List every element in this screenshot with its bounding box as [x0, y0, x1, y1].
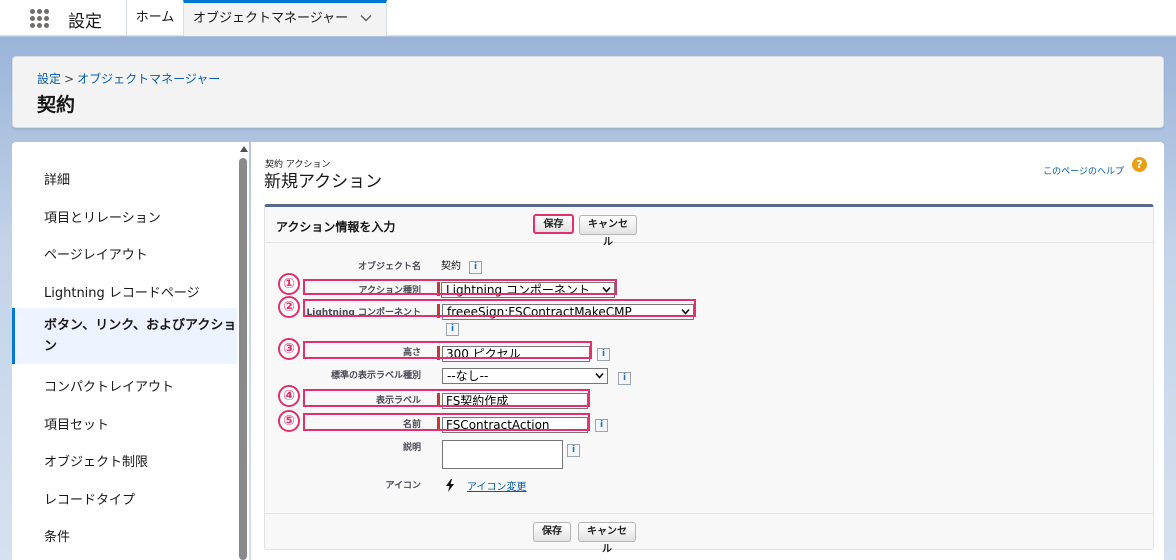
nav-item-home[interactable]: ホーム — [128, 0, 182, 36]
sidebar: 詳細 項目とリレーション ページレイアウト Lightning レコードページ … — [12, 142, 237, 560]
annotation-number-2: ② — [278, 296, 300, 318]
annotation-box-2 — [303, 299, 696, 317]
breadcrumb-setup-link[interactable]: 設定 — [37, 72, 61, 86]
lightning-bolt-icon — [446, 479, 454, 492]
annotation-number-4: ④ — [278, 385, 300, 407]
cancel-button[interactable]: キャンセル — [579, 215, 637, 248]
info-icon[interactable]: i — [469, 261, 482, 274]
info-icon[interactable]: i — [446, 323, 459, 336]
annotation-number-1: ① — [278, 273, 300, 295]
sidebar-item-compact-layouts[interactable]: コンパクトレイアウト — [12, 376, 237, 395]
footer-divider — [265, 513, 1153, 514]
help-link[interactable]: このページのヘルプ — [1043, 164, 1124, 177]
app-launcher-icon[interactable] — [30, 9, 49, 28]
nav-tab-object-manager[interactable]: オブジェクトマネージャー — [183, 0, 387, 36]
object-name-label: オブジェクト名 — [357, 262, 421, 272]
icon-label: アイコン — [385, 481, 421, 491]
cancel-button-bottom[interactable]: キャンセル — [578, 522, 636, 555]
nav-tab-label: オブジェクトマネージャー — [193, 11, 349, 26]
object-header: 設定 > オブジェクトマネージャー 契約 — [12, 56, 1164, 128]
sidebar-item-fields[interactable]: 項目とリレーション — [12, 207, 237, 226]
page-heading: 新規アクション — [264, 172, 383, 192]
change-icon-link[interactable]: アイコン変更 — [467, 478, 527, 493]
sidebar-item-buttons-links-actions[interactable]: ボタン、リンク、およびアクション — [12, 308, 237, 364]
chevron-down-icon[interactable] — [360, 12, 372, 24]
sidebar-item-field-sets[interactable]: 項目セット — [12, 414, 237, 433]
sidebar-item-conditions[interactable]: 条件 — [12, 526, 237, 545]
object-name-value: 契約 — [441, 261, 461, 272]
nav-divider — [126, 0, 127, 36]
info-icon[interactable]: i — [597, 348, 610, 361]
save-button[interactable]: 保存 — [533, 214, 574, 234]
breadcrumb-separator: > — [64, 72, 75, 86]
annotation-box-1 — [303, 279, 617, 295]
global-header: 設定 ホーム オブジェクトマネージャー — [0, 0, 1176, 36]
sidebar-item-record-types[interactable]: レコードタイプ — [12, 489, 237, 508]
page-title: 契約 — [37, 94, 76, 116]
sidebar-item-details[interactable]: 詳細 — [12, 169, 237, 188]
sidebar-item-lightning-pages[interactable]: Lightning レコードページ — [12, 282, 237, 301]
standard-label-type-value: --なし-- — [447, 369, 489, 383]
annotation-number-3: ③ — [278, 338, 300, 360]
standard-label-type-label: 標準の表示ラベル種別 — [330, 371, 421, 381]
scroll-up-arrow-icon[interactable] — [240, 146, 248, 152]
scrollbar-thumb[interactable] — [239, 158, 247, 560]
form-header: アクション情報を入力 保存 キャンセル — [265, 207, 1153, 248]
chevron-down-icon — [595, 372, 604, 379]
sidebar-item-object-limits[interactable]: オブジェクト制限 — [12, 451, 237, 470]
description-label: 説明 — [402, 443, 421, 453]
annotation-box-5 — [303, 413, 590, 431]
annotation-box-4 — [303, 389, 590, 407]
info-icon[interactable]: i — [567, 444, 580, 457]
action-form-block: アクション情報を入力 保存 キャンセル オブジェクト名 契約 i アクション種別… — [264, 204, 1154, 555]
standard-label-type-select[interactable]: --なし-- — [442, 368, 608, 384]
app-name: 設定 — [68, 12, 102, 32]
breadcrumb: 設定 > オブジェクトマネージャー — [37, 70, 220, 87]
annotation-number-5: ⑤ — [278, 410, 300, 432]
save-button-bottom[interactable]: 保存 — [533, 522, 571, 542]
annotation-box-3 — [303, 341, 592, 359]
section-title: アクション情報を入力 — [276, 220, 396, 234]
info-icon[interactable]: i — [595, 419, 608, 432]
help-icon[interactable]: ? — [1132, 157, 1147, 172]
sidebar-item-page-layouts[interactable]: ページレイアウト — [12, 244, 237, 263]
info-icon[interactable]: i — [618, 372, 631, 385]
description-textarea[interactable] — [442, 440, 563, 469]
breadcrumb-object-manager-link[interactable]: オブジェクトマネージャー — [77, 72, 220, 86]
